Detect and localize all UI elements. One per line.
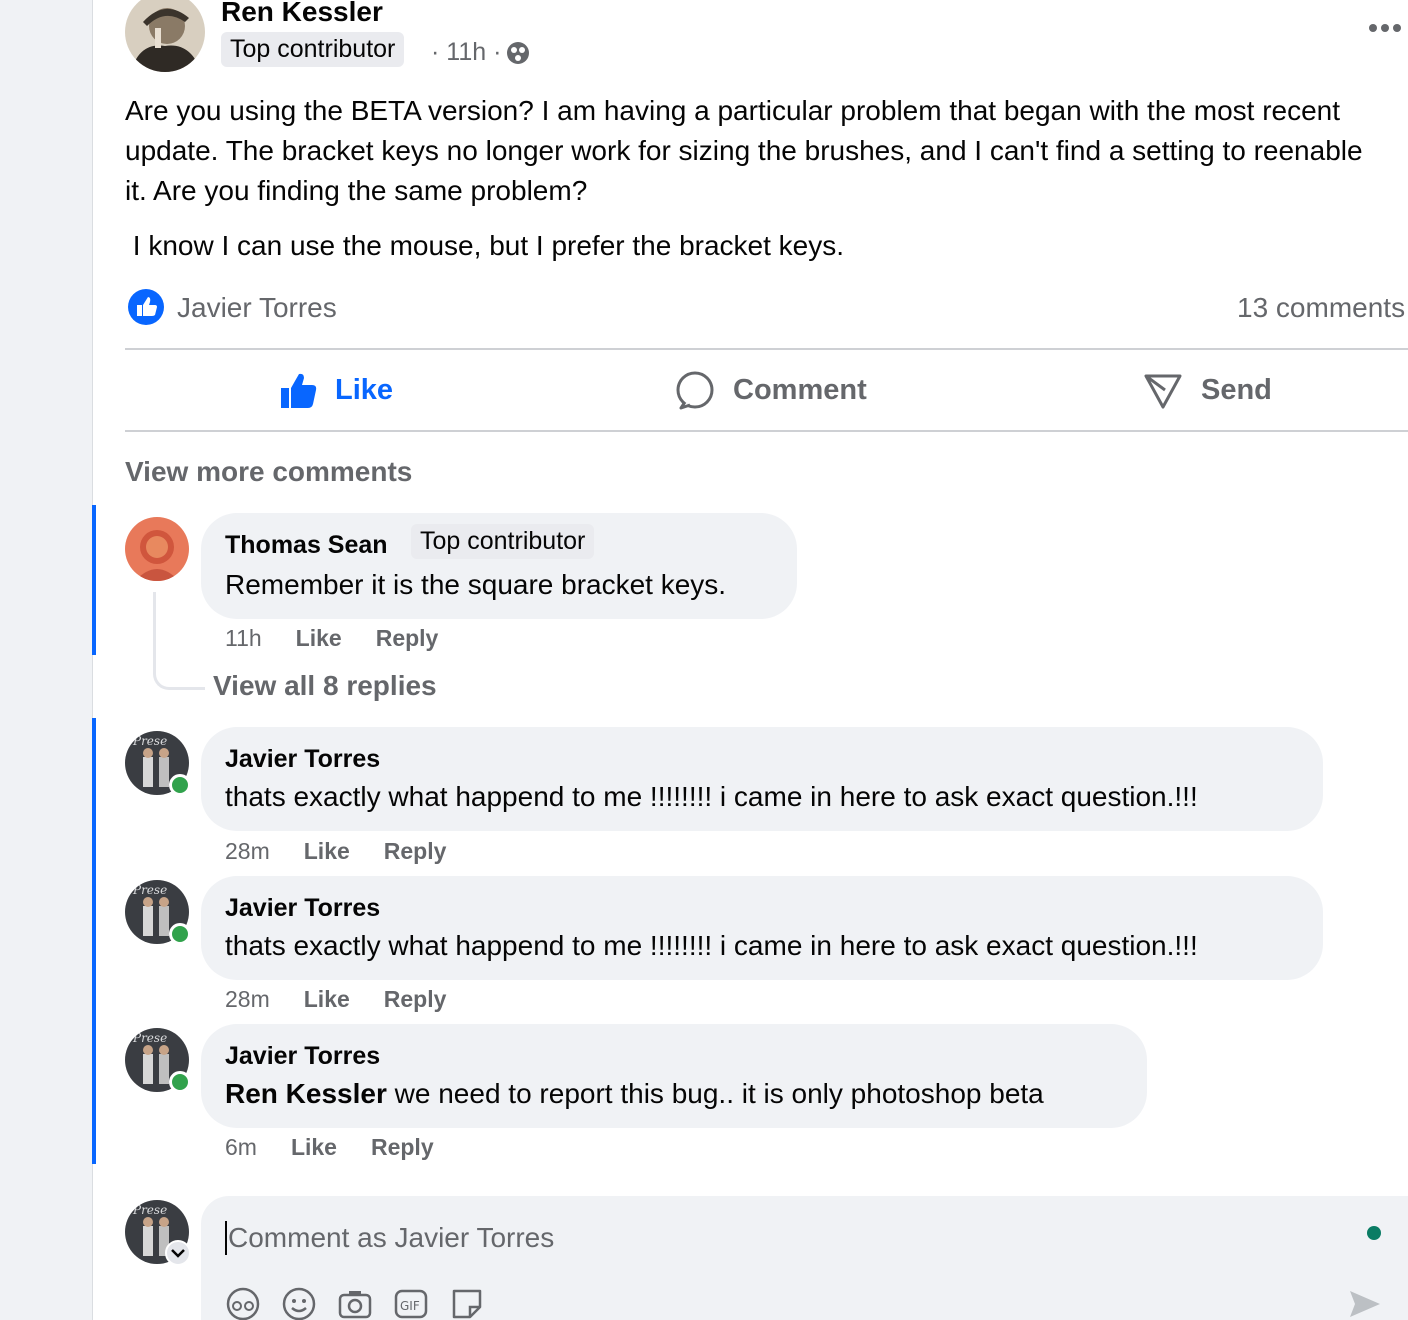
comment-text: thats exactly what happend to me !!!!!!!… (225, 781, 1198, 812)
comment-meta: 28m Like Reply (225, 838, 446, 865)
sticker-icon[interactable] (449, 1286, 485, 1320)
thread-indicator (92, 505, 96, 655)
avatar-sticker-icon[interactable] (225, 1286, 261, 1320)
comment-button[interactable]: Comment (675, 370, 867, 410)
send-icon[interactable] (1347, 1286, 1383, 1320)
like-button-label: Like (335, 373, 394, 406)
comment-meta: 11h Like Reply (225, 625, 438, 652)
svg-text:Prese: Prese (132, 1031, 167, 1045)
comment-input-placeholder: Comment as Javier Torres (228, 1222, 555, 1253)
svg-text:Prese: Prese (132, 883, 167, 897)
reactor-name[interactable]: Javier Torres (177, 292, 337, 324)
reply-connector (153, 592, 205, 690)
left-gutter (0, 0, 92, 1320)
send-button-label: Send (1201, 373, 1272, 406)
post-timestamp[interactable]: · 11h · (431, 38, 501, 67)
text-cursor (225, 1221, 227, 1255)
svg-text:Prese: Prese (132, 734, 167, 748)
comment-count[interactable]: 13 comments (1237, 292, 1405, 324)
emoji-icon[interactable] (281, 1286, 317, 1320)
like-reaction-icon[interactable] (127, 288, 165, 331)
gif-icon[interactable]: GIF (393, 1286, 429, 1320)
divider-bottom (125, 430, 1408, 432)
comment-author[interactable]: Javier Torres (225, 894, 380, 923)
post-author-name[interactable]: Ren Kessler (221, 0, 383, 28)
comment-bubble: Thomas Sean Top contributor Remember it … (201, 513, 797, 619)
comment-text: we need to report this bug.. it is only … (386, 1078, 1044, 1109)
comment-text: Remember it is the square bracket keys. (225, 569, 727, 600)
comment-time[interactable]: 6m (225, 1134, 257, 1161)
comment-author[interactable]: Thomas Sean (225, 531, 388, 560)
post-card: Ren Kessler Top contributor · 11h · Are … (92, 0, 1408, 1320)
chevron-down-icon[interactable] (165, 1240, 191, 1266)
comment-like-button[interactable]: Like (304, 838, 350, 865)
comment-author[interactable]: Javier Torres (225, 745, 380, 774)
comment-time[interactable]: 28m (225, 838, 270, 865)
comment-time[interactable]: 28m (225, 986, 270, 1013)
globe-icon (505, 40, 531, 71)
comment-meta: 6m Like Reply (225, 1134, 434, 1161)
comment-reply-button[interactable]: Reply (371, 1134, 434, 1161)
comment-button-label: Comment (733, 373, 867, 406)
online-status-dot (169, 774, 191, 796)
comment-text-container: Ren Kessler we need to report this bug..… (225, 1078, 1044, 1110)
comment-composer: Comment as Javier Torres GIF (201, 1196, 1408, 1320)
comment-text: thats exactly what happend to me !!!!!!!… (225, 930, 1198, 961)
comment-like-button[interactable]: Like (296, 625, 342, 652)
online-status-dot (169, 1071, 191, 1093)
comment-meta: 28m Like Reply (225, 986, 446, 1013)
comment-reply-button[interactable]: Reply (384, 986, 447, 1013)
comment-bubble: Javier Torres Ren Kessler we need to rep… (201, 1024, 1147, 1128)
comment-bubble: Javier Torres thats exactly what happend… (201, 876, 1323, 980)
comment-reply-button[interactable]: Reply (384, 838, 447, 865)
comment-avatar[interactable] (125, 517, 189, 581)
status-dot (1367, 1226, 1381, 1240)
view-all-replies[interactable]: View all 8 replies (213, 670, 437, 702)
comment-input[interactable]: Comment as Javier Torres (225, 1218, 1325, 1258)
post-body-paragraph-1: Are you using the BETA version? I am hav… (125, 95, 1363, 206)
comment-time[interactable]: 11h (225, 625, 262, 652)
online-status-dot (169, 923, 191, 945)
post-author-badge: Top contributor (221, 32, 405, 67)
comment-bubble: Javier Torres thats exactly what happend… (201, 727, 1323, 831)
post-body-paragraph-2: I know I can use the mouse, but I prefer… (125, 230, 845, 261)
thread-indicator (92, 718, 96, 1164)
divider-top (125, 348, 1408, 350)
comment-mention[interactable]: Ren Kessler (225, 1078, 387, 1109)
like-button[interactable]: Like (279, 370, 393, 410)
thumbs-up-icon (281, 373, 317, 408)
comment-reply-button[interactable]: Reply (376, 625, 439, 652)
send-button[interactable]: Send (1143, 370, 1272, 410)
comment-like-button[interactable]: Like (291, 1134, 337, 1161)
camera-icon[interactable] (337, 1286, 373, 1320)
view-more-comments[interactable]: View more comments (125, 456, 412, 488)
svg-text:GIF: GIF (400, 1299, 420, 1313)
comment-author-badge: Top contributor (411, 524, 595, 559)
comment-author[interactable]: Javier Torres (225, 1042, 380, 1071)
more-horizontal-icon[interactable] (1367, 16, 1403, 45)
svg-text:Prese: Prese (132, 1203, 167, 1217)
comment-like-button[interactable]: Like (304, 986, 350, 1013)
comment-bubble-icon (676, 371, 714, 410)
post-author-avatar[interactable] (125, 0, 205, 72)
send-paper-plane-icon (1144, 374, 1182, 409)
